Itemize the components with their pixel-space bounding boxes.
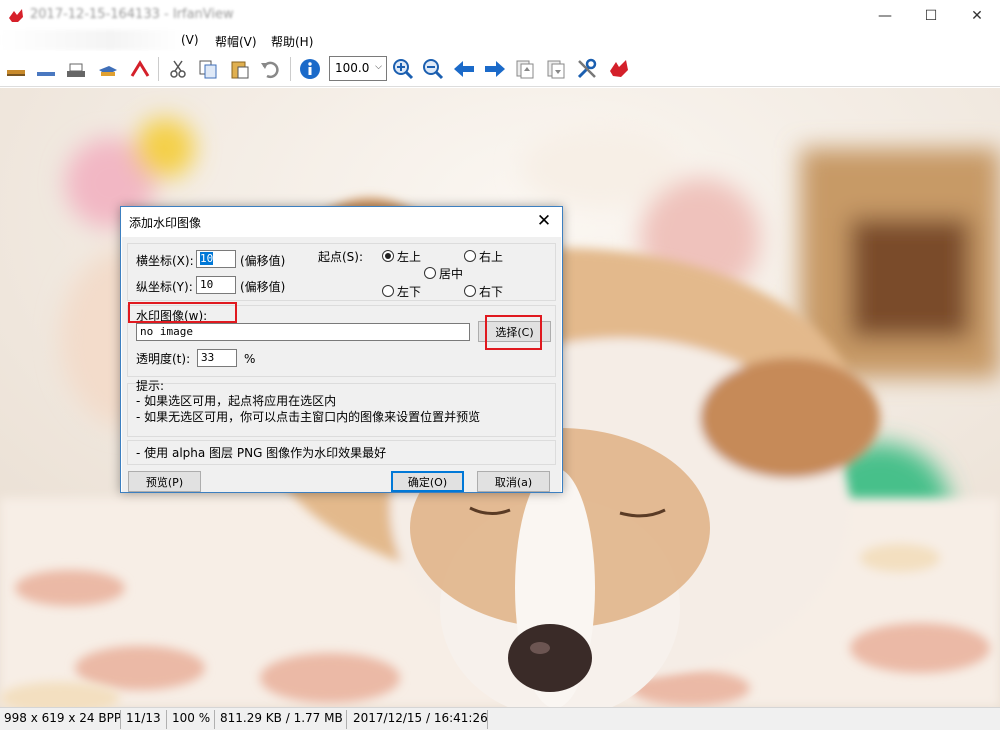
cancel-button[interactable]: 取消(a) — [477, 471, 550, 492]
save-icon[interactable] — [32, 55, 60, 83]
x-coordinate-input[interactable]: 10 — [196, 250, 236, 268]
image-label-highlight — [128, 302, 237, 323]
minimize-button[interactable]: — — [862, 0, 908, 32]
next-icon[interactable] — [481, 55, 509, 83]
zoom-select[interactable]: 100.0 ⌵ — [329, 56, 387, 81]
ok-button[interactable]: 确定(O) — [391, 471, 464, 492]
status-file-size: 811.29 KB / 1.77 MB — [220, 711, 343, 725]
zoom-in-icon[interactable] — [389, 55, 417, 83]
copy-icon[interactable] — [194, 55, 222, 83]
origin-center-radio[interactable] — [424, 267, 436, 279]
zoom-out-icon[interactable] — [419, 55, 447, 83]
delete-icon[interactable] — [126, 55, 154, 83]
window-title: 2017-12-15-164133 - IrfanView — [30, 7, 234, 22]
cut-icon[interactable] — [164, 55, 192, 83]
menu-item-help-alt[interactable]: 帮帽(V) — [215, 33, 257, 50]
status-zoom: 100 % — [172, 711, 211, 725]
toolbar-separator — [290, 57, 291, 81]
origin-top-left-radio[interactable] — [382, 250, 394, 262]
status-separator — [487, 710, 488, 729]
x-offset-hint: (偏移值) — [240, 254, 286, 268]
origin-bottom-right-radio[interactable] — [464, 285, 476, 297]
preview-button[interactable]: 预览(P) — [128, 471, 201, 492]
origin-center-label: 居中 — [439, 267, 464, 281]
maximize-button[interactable]: ☐ — [908, 0, 954, 32]
info-icon[interactable] — [296, 55, 324, 83]
y-coordinate-input[interactable]: 10 — [196, 276, 236, 294]
toolbar-separator — [158, 57, 159, 81]
status-separator — [120, 710, 121, 729]
close-icon[interactable]: ✕ — [532, 209, 556, 233]
open-icon[interactable] — [2, 55, 30, 83]
status-dimensions: 998 x 619 x 24 BPP — [4, 711, 122, 725]
opacity-label: 透明度(t): — [136, 352, 191, 366]
close-button[interactable]: ✕ — [954, 0, 1000, 32]
obscured-menu-area — [0, 30, 185, 50]
origin-top-right-label: 右上 — [479, 250, 504, 264]
y-label: 纵坐标(Y): — [136, 280, 193, 294]
menu-item-view[interactable]: (V) — [181, 33, 199, 47]
zoom-value: 100.0 — [335, 61, 370, 75]
dialog-title: 添加水印图像 — [129, 216, 202, 230]
status-separator — [166, 710, 167, 729]
status-bar: 998 x 619 x 24 BPP 11/13 100 % 811.29 KB… — [0, 707, 1000, 730]
tip-selection: - 如果选区可用，起点将应用在选区内 — [136, 394, 337, 408]
undo-icon[interactable] — [256, 55, 284, 83]
origin-top-right-radio[interactable] — [464, 250, 476, 262]
irfanview-icon[interactable] — [605, 55, 633, 83]
tip-no-selection: - 如果无选区可用，你可以点击主窗口内的图像来设置位置并预览 — [136, 410, 481, 424]
dialog-body: 横坐标(X): 10 (偏移值) 纵坐标(Y): 10 (偏移值) 起点(S):… — [122, 237, 561, 492]
toolbar: 100.0 ⌵ — [0, 51, 1000, 87]
origin-label: 起点(S): — [318, 250, 364, 264]
x-label: 横坐标(X): — [136, 254, 194, 268]
last-page-icon[interactable] — [542, 55, 570, 83]
watermark-image-path-input[interactable]: no image — [136, 323, 470, 341]
irfanview-app-icon — [9, 9, 23, 22]
status-separator — [346, 710, 347, 729]
tip-png-alpha: - 使用 alpha 图层 PNG 图像作为水印效果最好 — [136, 446, 387, 460]
opacity-input[interactable]: 33 — [197, 349, 237, 367]
origin-bottom-left-radio[interactable] — [382, 285, 394, 297]
chevron-down-icon: ⌵ — [375, 62, 382, 72]
add-watermark-dialog: 添加水印图像 ✕ 横坐标(X): 10 (偏移值) 纵坐标(Y): 10 (偏移… — [120, 206, 563, 493]
status-separator — [214, 710, 215, 729]
paste-icon[interactable] — [226, 55, 254, 83]
print-icon[interactable] — [62, 55, 90, 83]
status-datetime: 2017/12/15 / 16:41:26 — [353, 711, 488, 725]
first-page-icon[interactable] — [511, 55, 539, 83]
origin-top-left-label: 左上 — [397, 250, 422, 264]
settings-icon[interactable] — [573, 55, 601, 83]
scan-icon[interactable] — [94, 55, 122, 83]
prev-icon[interactable] — [450, 55, 478, 83]
choose-button-highlight — [485, 315, 542, 350]
title-bar: 2017-12-15-164133 - IrfanView — ☐ ✕ — [0, 0, 1000, 32]
origin-bottom-right-label: 右下 — [479, 285, 504, 299]
status-index: 11/13 — [126, 711, 161, 725]
y-offset-hint: (偏移值) — [240, 280, 286, 294]
menu-item-help[interactable]: 帮助(H) — [271, 33, 313, 50]
origin-bottom-left-label: 左下 — [397, 285, 422, 299]
opacity-unit: % — [244, 352, 256, 366]
menu-bar: (V) 帮帽(V) 帮助(H) — [0, 30, 1000, 50]
